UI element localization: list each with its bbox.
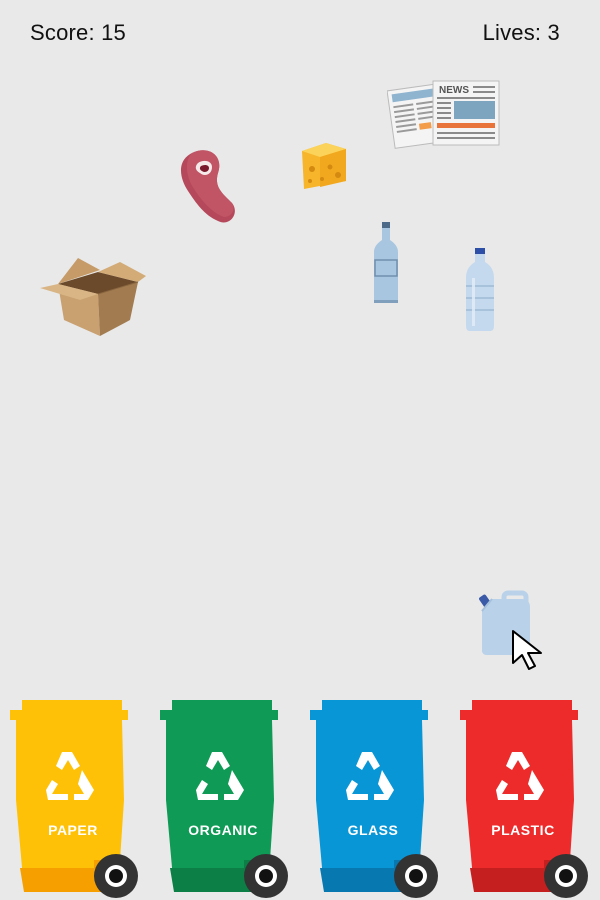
- plastic-bottle-item[interactable]: [464, 248, 496, 332]
- plastic-bin-label: PLASTIC: [491, 822, 555, 838]
- plastic-bin[interactable]: PLASTIC: [460, 700, 600, 900]
- lives-display: Lives: 3: [482, 20, 560, 45]
- glass-bin-label: GLASS: [347, 822, 399, 838]
- jerrycan-item[interactable]: [478, 589, 536, 657]
- organic-bin[interactable]: ORGANIC: [160, 700, 300, 900]
- newspaper-headline: NEWS: [439, 85, 469, 96]
- organic-bin-label: ORGANIC: [188, 822, 258, 838]
- cheese-item[interactable]: [298, 141, 350, 191]
- paper-bin-label: PAPER: [48, 822, 98, 838]
- paper-bin[interactable]: PAPER: [10, 700, 150, 900]
- cardboard-box-item[interactable]: [38, 258, 148, 338]
- glass-bin[interactable]: GLASS: [310, 700, 450, 900]
- steak-item[interactable]: [178, 147, 240, 227]
- glass-bottle-item[interactable]: [372, 222, 400, 306]
- newspaper-item[interactable]: NEWS: [387, 77, 502, 152]
- score-display: Score: 15: [30, 20, 126, 45]
